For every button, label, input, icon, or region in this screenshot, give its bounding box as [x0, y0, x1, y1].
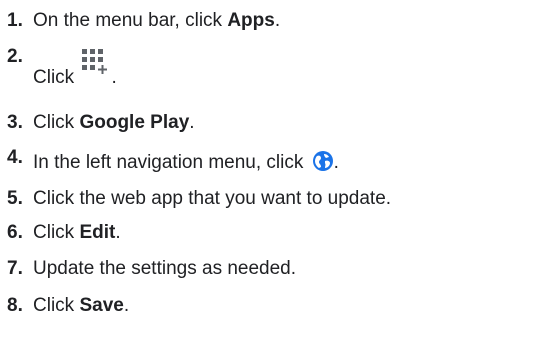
step-number: 8. — [7, 295, 23, 316]
step-text-post: . — [115, 222, 121, 243]
step-text-post: . — [123, 295, 130, 316]
step-text: Click Edit. — [33, 222, 121, 244]
step-number: 4. — [7, 147, 23, 168]
step-text-post: . — [274, 10, 281, 31]
step-4: 4. In the left navigation menu, click . — [7, 147, 543, 181]
step-text: Click Save. — [33, 295, 129, 317]
step-text-bold: Edit — [79, 222, 116, 243]
step-text-pre: Click — [33, 112, 80, 133]
step-text-pre: Click — [33, 67, 80, 88]
step-text-pre: Click — [33, 222, 80, 243]
step-number: 5. — [7, 188, 23, 209]
step-text-pre: Click — [33, 295, 80, 316]
step-8: 8. Click Save. — [7, 292, 543, 326]
step-text-bold: Google Play — [79, 112, 190, 133]
step-number: 1. — [7, 10, 23, 31]
step-number: 7. — [7, 258, 23, 279]
step-text: Update the settings as needed. — [33, 258, 297, 279]
step-number: 3. — [7, 112, 23, 133]
step-number: 6. — [7, 222, 23, 243]
step-text-bold: Save — [79, 295, 124, 316]
step-text-pre: On the menu bar, click — [33, 10, 228, 31]
step-7: 7. Update the settings as needed. — [7, 256, 543, 290]
step-text: In the left navigation menu, click . — [33, 150, 339, 174]
step-text-post: . — [333, 152, 339, 173]
step-1: 1. On the menu bar, click Apps. — [7, 0, 543, 34]
step-text: Click Google Play. — [33, 112, 195, 134]
step-6: 6. Click Edit. — [7, 220, 543, 254]
step-text-post: . — [111, 67, 117, 88]
step-text: On the menu bar, click Apps. — [33, 10, 280, 32]
step-text: Click the web app that you want to updat… — [33, 188, 392, 209]
step-2: 2. Click . — [7, 40, 543, 100]
add-app-grid-icon — [81, 49, 111, 85]
step-text-pre: In the left navigation menu, click — [33, 152, 309, 173]
step-number: 2. — [7, 46, 23, 67]
step-3: 3. Click Google Play. — [7, 112, 543, 146]
step-text-bold: Apps — [227, 10, 275, 31]
step-text: Click . — [33, 49, 117, 89]
step-text-post: . — [189, 112, 195, 133]
step-5: 5. Click the web app that you want to up… — [7, 186, 543, 220]
web-apps-globe-icon — [312, 150, 334, 172]
